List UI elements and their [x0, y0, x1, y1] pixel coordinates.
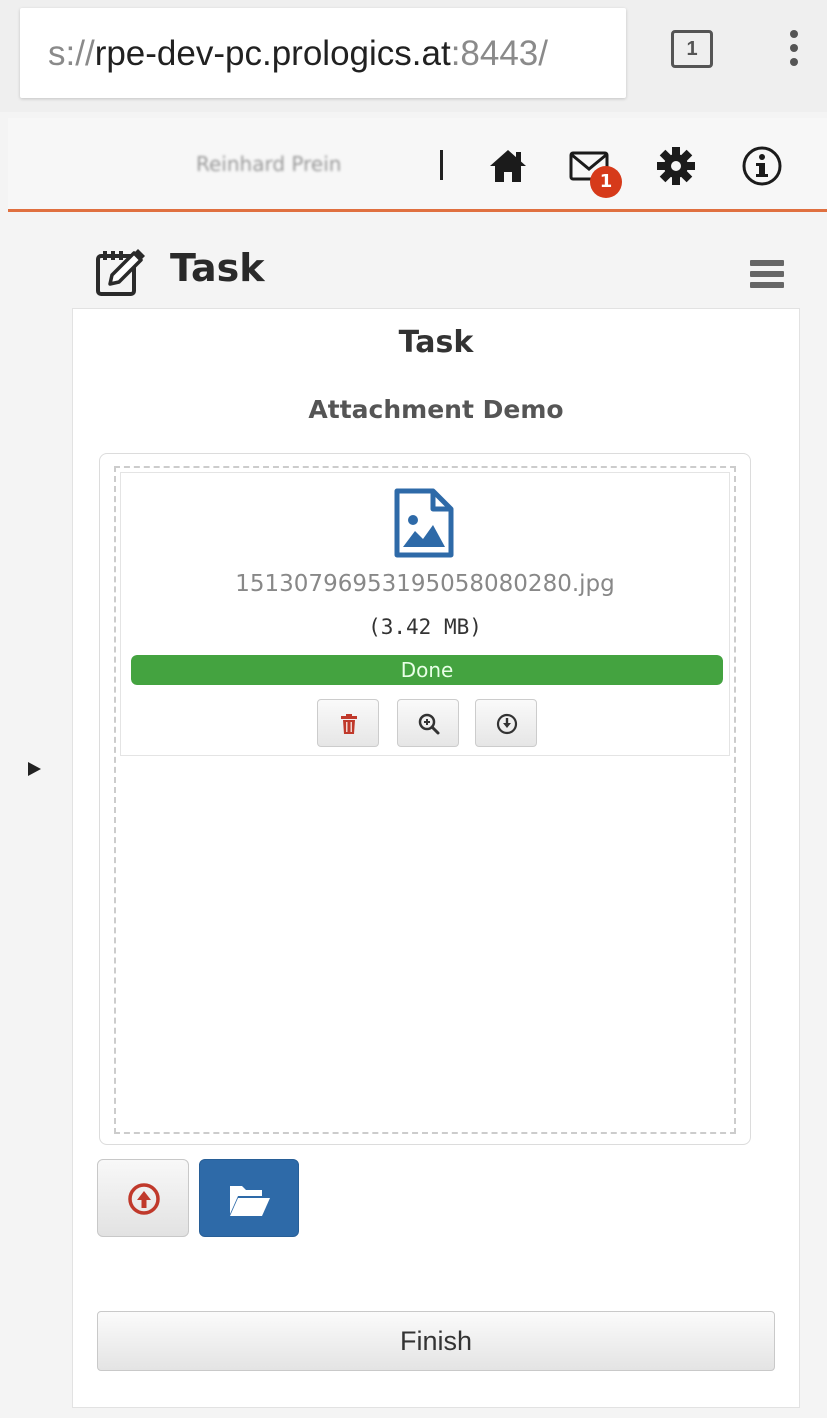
browser-toolbar: s://rpe-dev-pc.prologics.at:8443/ 1 — [0, 0, 827, 112]
folder-open-icon — [230, 1186, 270, 1216]
url-text[interactable]: s://rpe-dev-pc.prologics.at:8443/ — [48, 34, 548, 74]
upload-icon — [128, 1183, 160, 1215]
trash-icon — [341, 714, 357, 734]
hamburger-icon[interactable] — [750, 260, 784, 290]
info-icon[interactable] — [740, 144, 784, 188]
finish-button[interactable]: Finish — [97, 1311, 775, 1371]
upload-button[interactable] — [97, 1159, 189, 1237]
url-path: :8443/ — [450, 34, 548, 73]
browse-files-button[interactable] — [199, 1159, 299, 1237]
file-dropzone[interactable]: 15130796953195058080280.jpg (3.42 MB) Do… — [114, 466, 736, 1134]
gear-icon[interactable] — [654, 144, 698, 188]
url-host: rpe-dev-pc.prologics.at — [94, 34, 451, 73]
header-separator — [440, 150, 443, 180]
attachment-actions — [317, 699, 539, 747]
home-icon[interactable] — [486, 144, 530, 188]
url-scheme: s:// — [48, 34, 95, 73]
user-name[interactable]: Reinhard Prein — [196, 152, 341, 176]
sidebar-expand-icon[interactable] — [28, 762, 41, 776]
address-bar[interactable]: s://rpe-dev-pc.prologics.at:8443/ — [20, 8, 626, 98]
upload-progress-bar: Done — [131, 655, 723, 685]
zoom-in-icon — [418, 713, 440, 735]
attachment-item: 15130796953195058080280.jpg (3.42 MB) Do… — [120, 472, 730, 756]
card-subtitle: Attachment Demo — [308, 395, 564, 424]
progress-label: Done — [400, 658, 454, 682]
app-header: Reinhard Prein 1 — [8, 118, 827, 212]
attachment-panel: 15130796953195058080280.jpg (3.42 MB) Do… — [99, 453, 751, 1145]
file-name: 15130796953195058080280.jpg — [235, 571, 615, 597]
browser-menu-icon[interactable] — [788, 30, 800, 72]
page-title: Task — [170, 246, 265, 290]
task-edit-icon — [96, 249, 145, 296]
image-file-icon — [394, 488, 454, 558]
download-attachment-button[interactable] — [475, 699, 537, 747]
task-card: Task Attachment Demo 1513079695319505808… — [72, 308, 800, 1408]
preview-attachment-button[interactable] — [397, 699, 459, 747]
card-title: Task — [398, 325, 474, 360]
page-title-row: Task — [90, 240, 790, 304]
delete-attachment-button[interactable] — [317, 699, 379, 747]
tab-switcher-button[interactable]: 1 — [671, 30, 713, 68]
download-icon — [496, 713, 518, 735]
unread-badge: 1 — [590, 166, 622, 198]
file-size: (3.42 MB) — [368, 615, 482, 639]
